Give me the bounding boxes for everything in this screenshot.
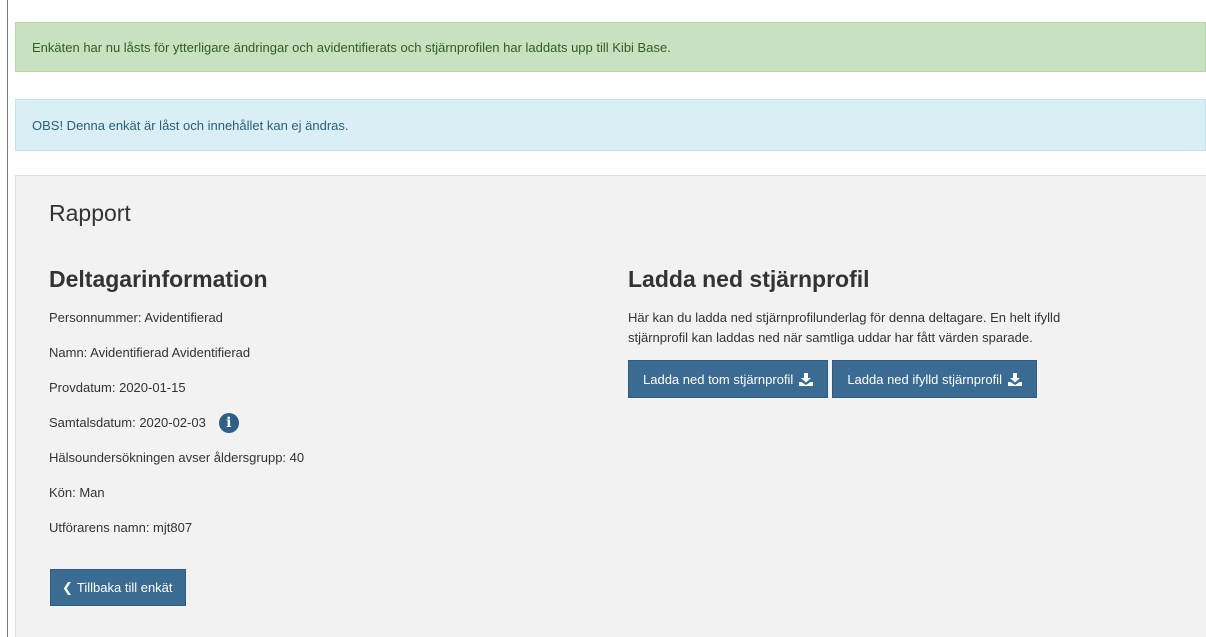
panel-title: Rapport — [49, 200, 131, 226]
success-alert-text: Enkäten har nu låsts för ytterligare änd… — [32, 39, 671, 55]
download-icon — [799, 372, 814, 386]
back-to-survey-label: Tillbaka till enkät — [76, 580, 173, 595]
namn-text: Namn: Avidentifierad Avidentifierad — [49, 345, 251, 360]
personnummer-text: Personnummer: Avidentifierad — [49, 310, 223, 325]
download-icon — [1007, 372, 1022, 386]
aldersgrupp-text: Hälsoundersökningen avser åldersgrupp: 4… — [49, 450, 305, 465]
download-heading: Ladda ned stjärnprofil — [628, 266, 870, 292]
info-alert-text: OBS! Denna enkät är låst och innehållet … — [32, 117, 349, 133]
report-panel: Rapport Deltagarinformation Personnummer… — [15, 175, 1206, 637]
download-description-line1: Här kan du ladda ned stjärnprofilunderla… — [628, 310, 1061, 325]
chevron-left-icon: ❮ — [62, 579, 73, 595]
samtalsdatum-row: Samtalsdatum: 2020-02-03 i — [49, 413, 609, 448]
download-section: Ladda ned stjärnprofil Här kan du ladda … — [628, 264, 1188, 398]
participant-info-section: Deltagarinformation Personnummer: Aviden… — [49, 264, 609, 553]
download-description-line2: stjärnprofil kan laddas ned när samtliga… — [628, 330, 1033, 345]
window-edge — [7, 0, 8, 637]
back-to-survey-button[interactable]: ❮ Tillbaka till enkät — [50, 569, 186, 606]
provdatum-text: Provdatum: 2020-01-15 — [49, 380, 186, 395]
download-filled-profile-label: Ladda ned ifylld stjärnprofil — [847, 371, 1002, 387]
aldersgrupp-row: Hälsoundersökningen avser åldersgrupp: 4… — [49, 448, 609, 483]
participant-info-list: Personnummer: Avidentifierad Namn: Avide… — [49, 308, 609, 553]
success-alert: Enkäten har nu låsts för ytterligare änd… — [15, 22, 1206, 72]
kon-text: Kön: Man — [49, 485, 105, 500]
download-empty-profile-label: Ladda ned tom stjärnprofil — [643, 371, 794, 387]
download-button-row: Ladda ned tom stjärnprofil Ladda ned ify… — [628, 360, 1188, 398]
utforare-row: Utförarens namn: mjt807 — [49, 518, 609, 553]
samtalsdatum-text: Samtalsdatum: 2020-02-03 — [49, 415, 206, 430]
download-description: Här kan du ladda ned stjärnprofilunderla… — [628, 308, 1188, 348]
namn-row: Namn: Avidentifierad Avidentifierad — [49, 343, 609, 378]
kon-row: Kön: Man — [49, 483, 609, 518]
utforare-text: Utförarens namn: mjt807 — [49, 520, 193, 535]
download-empty-profile-button[interactable]: Ladda ned tom stjärnprofil — [628, 360, 829, 398]
download-filled-profile-button[interactable]: Ladda ned ifylld stjärnprofil — [832, 360, 1037, 398]
personnummer-row: Personnummer: Avidentifierad — [49, 308, 609, 343]
info-alert: OBS! Denna enkät är låst och innehållet … — [15, 99, 1206, 151]
info-circle-icon[interactable]: i — [218, 413, 239, 433]
participant-info-heading: Deltagarinformation — [49, 266, 268, 292]
provdatum-row: Provdatum: 2020-01-15 — [49, 378, 609, 413]
